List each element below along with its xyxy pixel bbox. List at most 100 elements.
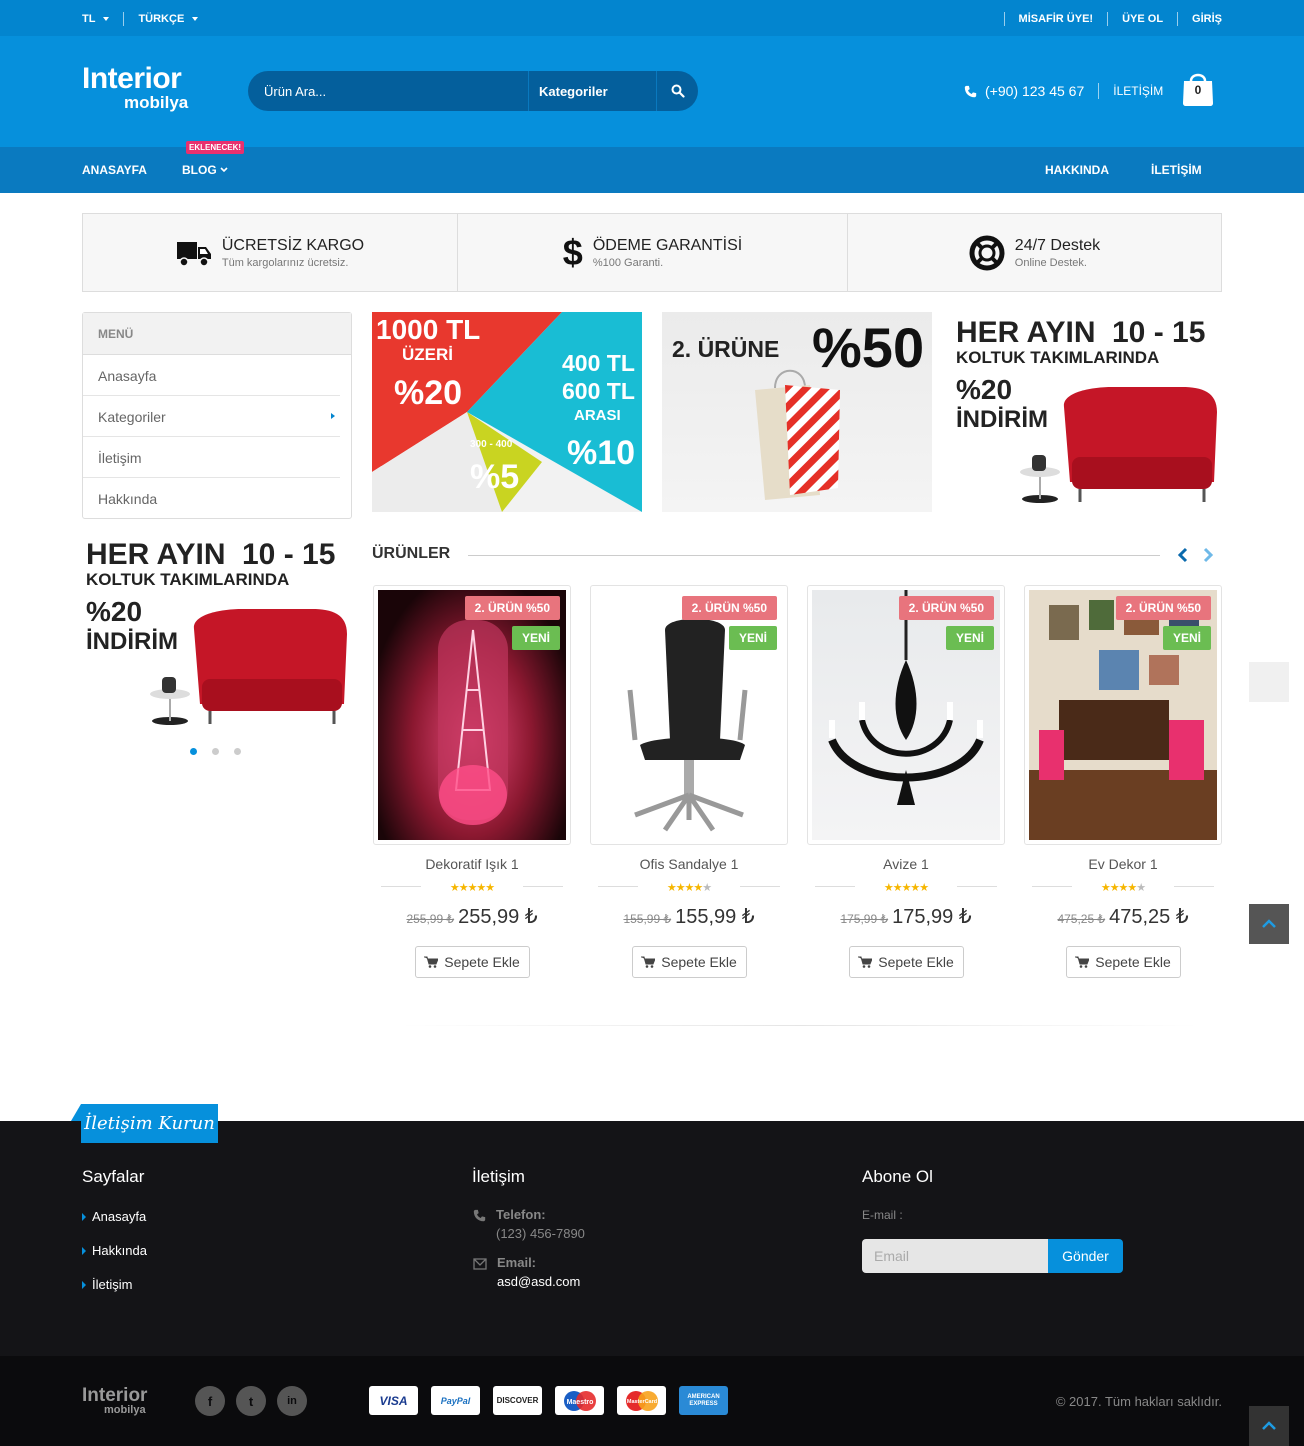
product-image[interactable]: 2. ÜRÜN %50 YENİ — [807, 585, 1005, 845]
category-select[interactable]: Kategoriler — [528, 71, 657, 111]
product-image[interactable]: 2. ÜRÜN %50 YENİ — [1024, 585, 1222, 845]
armchair-illustration — [1020, 387, 1217, 503]
chevron-right-icon[interactable] — [1202, 547, 1214, 563]
product-image[interactable]: 2. ÜRÜN %50 YENİ — [373, 585, 571, 845]
rating: ★★★★★ — [590, 878, 788, 894]
scroll-top-button[interactable] — [1249, 1406, 1289, 1446]
login-link[interactable]: GİRİŞ — [1192, 13, 1222, 25]
copyright: © 2017. Tüm hakları saklıdır. — [1055, 1394, 1222, 1409]
chevron-left-icon[interactable] — [1177, 547, 1189, 563]
section-divider — [468, 555, 1160, 556]
currency-label: TL — [82, 13, 96, 25]
linkedin-icon[interactable]: in — [277, 1386, 307, 1416]
product-card: 2. ÜRÜN %50 YENİ Dekoratif Işık 1 ★★★★★ … — [373, 585, 571, 978]
slider-dot[interactable] — [234, 748, 241, 755]
product-name[interactable]: Avize 1 — [807, 856, 1005, 872]
phone-number[interactable]: (+90) 123 45 67 — [985, 83, 1084, 99]
menu-item-home[interactable]: Anasayfa — [83, 355, 340, 396]
side-banner-slider[interactable]: HER AYIN 10 - 15 KOLTUK TAKIMLARINDA %20… — [82, 534, 352, 739]
menu-item-contact[interactable]: İletişim — [83, 437, 340, 478]
product-name[interactable]: Dekoratif Işık 1 — [373, 856, 571, 872]
footer-contact-tab[interactable]: İletişim Kurun — [71, 1104, 218, 1143]
nav-home[interactable]: ANASAYFA — [82, 163, 147, 177]
twitter-icon[interactable]: t — [236, 1386, 266, 1416]
star-rating-icon: ★★★★★ — [666, 882, 712, 894]
logo[interactable]: Interior mobilya — [82, 62, 188, 112]
header-contact: (+90) 123 45 67 İLETİŞİM — [964, 83, 1163, 99]
section-divider — [400, 1025, 1200, 1026]
add-to-cart-label: Sepete Ekle — [878, 954, 954, 970]
slider-dot[interactable] — [212, 748, 219, 755]
feature-title: ÖDEME GARANTİSİ — [592, 236, 743, 254]
footer-link-about[interactable]: Hakkında — [82, 1243, 147, 1258]
add-to-cart-label: Sepete Ekle — [661, 954, 737, 970]
banner-text: KOLTUK TAKIMLARINDA — [86, 570, 290, 589]
add-to-cart-button[interactable]: Sepete Ekle — [1065, 946, 1181, 978]
currency-dropdown[interactable]: TL — [82, 13, 110, 25]
blog-badge: EKLENECEK! — [186, 141, 245, 154]
footer-logo-sub: mobilya — [104, 1404, 146, 1416]
footer-link-home[interactable]: Anasayfa — [82, 1209, 146, 1224]
caret-right-icon — [82, 1280, 86, 1289]
footer-logo[interactable]: Interior mobilya — [82, 1386, 147, 1416]
footer-subscribe-title: Abone Ol — [862, 1167, 933, 1186]
nav-blog[interactable]: BLOG — [182, 163, 228, 177]
add-to-cart-button[interactable]: Sepete Ekle — [631, 946, 747, 978]
menu-item-categories[interactable]: Kategoriler — [83, 396, 340, 437]
banner-text: %20 — [394, 374, 463, 412]
product-image[interactable]: 2. ÜRÜN %50 YENİ — [590, 585, 788, 845]
language-dropdown[interactable]: TÜRKÇE — [138, 13, 199, 25]
armchair-illustration — [150, 609, 347, 725]
chevron-down-icon — [192, 17, 199, 21]
header-contact-link[interactable]: İLETİŞİM — [1113, 84, 1163, 98]
subscribe-email-input[interactable]: Email — [862, 1239, 1048, 1273]
star-rating-icon: ★★★★★ — [883, 882, 929, 894]
new-badge: YENİ — [511, 626, 560, 650]
footer-contact-title: İletişim — [472, 1167, 525, 1186]
cart-icon — [641, 956, 656, 968]
rating: ★★★★★ — [373, 878, 571, 894]
price: 255,99 ₺ — [458, 906, 538, 928]
search-button[interactable] — [657, 84, 698, 98]
banner-text: %10 — [567, 434, 636, 472]
scroll-top-button[interactable] — [1249, 904, 1289, 944]
product-name[interactable]: Ev Dekor 1 — [1024, 856, 1222, 872]
footer-link-contact[interactable]: İletişim — [82, 1277, 132, 1292]
cart-icon — [1075, 956, 1090, 968]
guest-user-link[interactable]: MİSAFİR ÜYE! — [1019, 13, 1094, 25]
scroll-top-button[interactable] — [1249, 662, 1289, 702]
footer-link-label: Hakkında — [92, 1243, 147, 1258]
email-value[interactable]: asd@asd.com — [497, 1274, 580, 1289]
nav-contact[interactable]: İLETİŞİM — [1151, 163, 1202, 177]
nav-about[interactable]: HAKKINDA — [1045, 163, 1109, 177]
banner-text: ÜZERİ — [402, 345, 453, 364]
caret-right-icon — [82, 1246, 86, 1255]
add-to-cart-button[interactable]: Sepete Ekle — [414, 946, 530, 978]
banner-sofa-discount[interactable]: HER AYIN 10 - 15 KOLTUK TAKIMLARINDA %20… — [952, 312, 1222, 512]
product-name[interactable]: Ofis Sandalye 1 — [590, 856, 788, 872]
register-link[interactable]: ÜYE OL — [1122, 13, 1163, 25]
banner-second-product[interactable]: 2. ÜRÜNE %50 — [662, 312, 932, 512]
slider-dot-active[interactable] — [190, 748, 197, 755]
sidebar-menu: MENÜ Anasayfa Kategoriler İletişim Hakkı… — [82, 312, 352, 519]
menu-item-about[interactable]: Hakkında — [83, 478, 340, 519]
chevron-right-icon — [331, 413, 335, 419]
star-rating-icon: ★★★★★ — [1100, 882, 1146, 894]
search-bar: Ürün Ara... Kategoriler — [248, 71, 698, 111]
nav-blog-label: BLOG — [182, 163, 217, 177]
header: Interior mobilya Ürün Ara... Kategoriler… — [0, 36, 1304, 147]
subscribe-send-button[interactable]: Gönder — [1048, 1239, 1123, 1273]
main-nav: ANASAYFA BLOG EKLENECEK! HAKKINDA İLETİŞ… — [0, 141, 1304, 193]
search-input[interactable]: Ürün Ara... — [248, 84, 528, 99]
facebook-icon[interactable]: f — [195, 1386, 225, 1416]
banner-discount-tiers[interactable]: 1000 TL ÜZERİ %20 400 TL 600 TL ARASI %1… — [372, 312, 642, 512]
add-to-cart-button[interactable]: Sepete Ekle — [848, 946, 964, 978]
sale-badge: 2. ÜRÜN %50 — [464, 596, 560, 620]
cart-button[interactable]: 0 — [1182, 69, 1214, 107]
logo-main: Interior — [82, 62, 182, 95]
price: 475,25 ₺ — [1109, 906, 1189, 928]
footer-link-label: İletişim — [92, 1277, 133, 1292]
logo-sub: mobilya — [124, 93, 189, 112]
banner-text: 10 - 15 — [1112, 316, 1206, 349]
rating: ★★★★★ — [807, 878, 1005, 894]
